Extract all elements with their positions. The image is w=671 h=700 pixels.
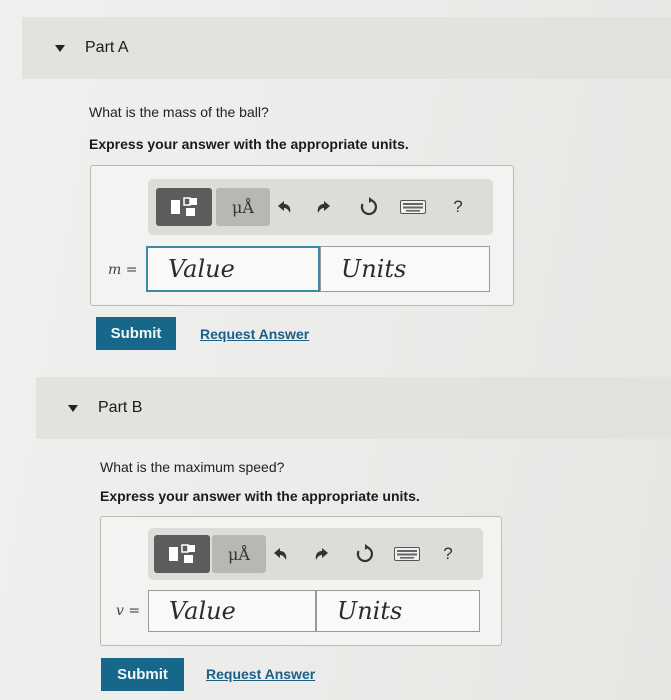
part-b-variable-label: v = — [116, 603, 141, 619]
templates-icon — [169, 544, 195, 563]
part-a-question: What is the mass of the ball? — [89, 104, 269, 120]
part-a-header[interactable]: Part A — [22, 17, 671, 79]
templates-button[interactable] — [154, 535, 210, 573]
help-icon: ? — [453, 197, 463, 216]
part-b-question: What is the maximum speed? — [100, 459, 285, 475]
part-b-request-answer-link[interactable]: Request Answer — [206, 666, 315, 682]
units-button[interactable]: μÅ — [216, 188, 270, 226]
help-button[interactable]: ? — [436, 542, 460, 566]
part-b-math-toolbar: μÅ ? — [148, 528, 483, 580]
help-icon: ? — [443, 544, 453, 563]
undo-icon — [278, 201, 291, 213]
keyboard-button[interactable] — [398, 197, 428, 217]
undo-button[interactable] — [272, 195, 296, 219]
templates-icon — [171, 197, 197, 216]
part-a-submit-button[interactable]: Submit — [96, 317, 176, 350]
part-a-units-input[interactable]: Units — [320, 246, 490, 292]
part-a-variable-label: m = — [108, 262, 138, 278]
help-button[interactable]: ? — [446, 195, 470, 219]
caret-down-icon[interactable] — [55, 44, 65, 52]
redo-icon — [315, 548, 328, 560]
part-a-math-toolbar: μÅ ? — [148, 179, 493, 235]
part-b-units-input[interactable]: Units — [316, 590, 480, 632]
keyboard-icon — [400, 200, 426, 214]
part-a-title: Part A — [85, 39, 129, 56]
templates-button[interactable] — [156, 188, 212, 226]
part-a-request-answer-link[interactable]: Request Answer — [200, 326, 309, 342]
redo-button[interactable] — [310, 542, 334, 566]
units-button[interactable]: μÅ — [212, 535, 266, 573]
caret-down-icon[interactable] — [68, 404, 78, 412]
part-b-title: Part B — [98, 399, 143, 416]
reset-button[interactable] — [352, 541, 378, 567]
reset-icon — [360, 197, 378, 216]
reset-icon — [356, 544, 374, 563]
part-b-value-input[interactable]: Value — [148, 590, 316, 632]
keyboard-icon — [394, 547, 420, 561]
units-icon: μÅ — [228, 544, 250, 564]
part-a-value-input[interactable]: Value — [146, 246, 320, 292]
keyboard-button[interactable] — [392, 544, 422, 564]
part-b-header[interactable]: Part B — [36, 377, 671, 439]
units-icon: μÅ — [232, 197, 254, 217]
undo-button[interactable] — [268, 542, 292, 566]
part-a-instruction: Express your answer with the appropriate… — [89, 136, 409, 152]
redo-icon — [317, 201, 330, 213]
part-b-instruction: Express your answer with the appropriate… — [100, 488, 420, 504]
undo-icon — [274, 548, 287, 560]
redo-button[interactable] — [312, 195, 336, 219]
reset-button[interactable] — [356, 194, 382, 220]
part-b-submit-button[interactable]: Submit — [101, 658, 184, 691]
